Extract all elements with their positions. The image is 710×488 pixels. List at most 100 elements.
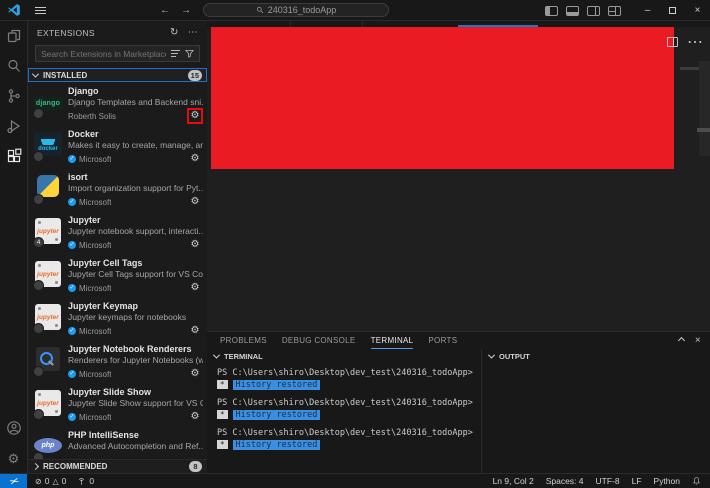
verified-publisher-icon: ✓ — [68, 241, 76, 249]
cursor-position[interactable]: Ln 9, Col 2 — [493, 476, 534, 486]
extension-icon: php — [28, 430, 68, 459]
extension-manage-button[interactable]: ⚙ — [187, 237, 203, 253]
extension-icon — [28, 172, 68, 211]
gear-icon: ⚙ — [190, 239, 200, 250]
extension-publisher: Microsoft — [79, 283, 112, 293]
extension-list-item[interactable]: jupyter Jupyter Cell Tags Jupyter Cell T… — [28, 254, 207, 297]
vscode-window: ← → 240316_todoApp – × ⚙ EXTENSIONS ↻ ⋯ … — [0, 0, 710, 488]
minimap-content — [680, 67, 699, 70]
verified-publisher-icon: ✓ — [68, 155, 76, 163]
extension-manage-button[interactable]: ⚙ — [187, 194, 203, 210]
extension-list-item[interactable]: Jupyter Notebook Renderers Renderers for… — [28, 340, 207, 383]
notifications-bell-icon[interactable] — [692, 476, 701, 486]
gear-icon: ⚙ — [190, 411, 200, 422]
refresh-icon[interactable]: ↻ — [170, 27, 179, 38]
extension-manage-button[interactable]: ⚙ — [187, 366, 203, 382]
run-debug-icon[interactable] — [0, 111, 28, 141]
error-icon: ⊘ — [35, 476, 42, 486]
panel-maximize-chevron-icon[interactable] — [677, 336, 685, 345]
toggle-secondary-sidebar-icon[interactable] — [587, 5, 600, 16]
extension-manage-button[interactable]: ⚙ — [187, 108, 203, 124]
extension-publisher: Microsoft — [79, 197, 112, 207]
extension-list-item[interactable]: jupyter 4 Jupyter Jupyter notebook suppo… — [28, 211, 207, 254]
terminal-output-group: PS C:\Users\shiro\Desktop\dev_test\24031… — [217, 428, 481, 451]
sort-lines-icon[interactable] — [171, 50, 180, 57]
extension-list-item[interactable]: isort Import organization support for Py… — [28, 168, 207, 211]
warning-icon: △ — [52, 476, 59, 486]
extension-manage-button[interactable]: ⚙ — [187, 409, 203, 425]
verified-publisher-icon: ✓ — [68, 327, 76, 335]
extension-list-item[interactable]: jupyter Jupyter Keymap Jupyter keymaps f… — [28, 297, 207, 340]
extensions-list: django Django Django Templates and Backe… — [28, 82, 207, 459]
history-restored-notice: History restored — [232, 380, 321, 390]
extension-list-item[interactable]: docker Docker Makes it easy to create, m… — [28, 125, 207, 168]
extensions-search-input[interactable] — [41, 48, 166, 59]
minimap-slider[interactable] — [697, 128, 710, 132]
maximize-button[interactable] — [660, 0, 685, 21]
extension-description: Django Templates and Backend sni... — [68, 97, 203, 107]
installed-section-label: INSTALLED — [43, 70, 88, 80]
remote-indicator[interactable]: >< — [0, 474, 27, 488]
red-annotation-overlay — [211, 27, 674, 169]
terminal-prompt-line: PS C:\Users\shiro\Desktop\dev_test\24031… — [217, 398, 473, 408]
panel-tab[interactable]: PORTS — [428, 332, 457, 349]
bottom-panel: × PROBLEMS DEBUG CONSOLE TERMINAL PORTS TER… — [207, 331, 710, 473]
minimize-button[interactable]: – — [635, 0, 660, 21]
extension-pack-count-badge — [33, 280, 44, 291]
terminal-output-group: PS C:\Users\shiro\Desktop\dev_test\24031… — [217, 368, 481, 391]
problems-status[interactable]: ⊘ 0 △ 0 — [35, 476, 66, 486]
warning-count: 0 — [61, 476, 67, 486]
editor-more-actions-icon[interactable]: ⋯ — [687, 32, 703, 52]
toggle-panel-icon[interactable] — [566, 5, 579, 16]
terminal-pane: TERMINAL PS C:\Users\shiro\Desktop\dev_t… — [207, 349, 481, 473]
command-center-text: 240316_todoApp — [267, 5, 337, 15]
output-section-label: OUTPUT — [499, 351, 530, 361]
editor-body[interactable]: ⋯ — [207, 27, 710, 331]
encoding[interactable]: UTF-8 — [596, 476, 620, 486]
extension-pack-count-badge — [33, 151, 44, 162]
eol-sequence[interactable]: LF — [632, 476, 642, 486]
output-content[interactable] — [482, 363, 710, 473]
editor-scrollbar[interactable] — [699, 61, 710, 156]
back-icon[interactable]: ← — [160, 5, 170, 16]
installed-section-header[interactable]: INSTALLED 15 — [28, 68, 207, 82]
extension-manage-button[interactable]: ⚙ — [187, 323, 203, 339]
gear-icon: ⚙ — [190, 196, 200, 207]
verified-publisher-icon: ✓ — [68, 198, 76, 206]
panel-close-icon[interactable]: × — [695, 335, 701, 346]
extension-list-item[interactable]: django Django Django Templates and Backe… — [28, 82, 207, 125]
extension-list-item[interactable]: jupyter Jupyter Slide Show Jupyter Slide… — [28, 383, 207, 426]
extension-pack-count-badge — [33, 194, 44, 205]
recommended-section-header[interactable]: RECOMMENDED 8 — [28, 459, 207, 473]
settings-gear-icon[interactable]: ⚙ — [0, 443, 28, 473]
panel-tab[interactable]: PROBLEMS — [220, 332, 267, 349]
forward-icon[interactable]: → — [181, 5, 191, 16]
extension-manage-button[interactable]: ⚙ — [187, 151, 203, 167]
language-mode[interactable]: Python — [654, 476, 680, 486]
customize-layout-icon[interactable] — [608, 5, 621, 16]
source-control-icon[interactable] — [0, 81, 28, 111]
extensions-view-icon[interactable] — [0, 141, 28, 171]
extension-list-item[interactable]: php PHP IntelliSense Advanced Autocomple… — [28, 426, 207, 459]
search-view-icon[interactable] — [0, 51, 28, 81]
extension-manage-button[interactable]: ⚙ — [187, 280, 203, 296]
filter-funnel-icon[interactable] — [185, 49, 194, 58]
menu-icon[interactable] — [33, 3, 47, 17]
split-editor-icon[interactable] — [667, 37, 678, 47]
ports-status[interactable]: 0 — [77, 476, 94, 486]
account-icon[interactable] — [0, 413, 28, 443]
explorer-icon[interactable] — [0, 21, 28, 51]
extensions-search-box[interactable] — [35, 45, 200, 62]
extension-pack-count-badge — [33, 323, 44, 334]
gear-icon: ⚙ — [190, 368, 200, 379]
close-button[interactable]: × — [685, 0, 710, 21]
gear-icon: ⚙ — [190, 153, 200, 164]
command-center-search[interactable]: 240316_todoApp — [203, 3, 389, 17]
verified-publisher-icon: ✓ — [68, 413, 76, 421]
more-actions-icon[interactable]: ⋯ — [188, 27, 198, 38]
terminal-content[interactable]: PS C:\Users\shiro\Desktop\dev_test\24031… — [207, 363, 481, 473]
panel-tab[interactable]: DEBUG CONSOLE — [282, 332, 356, 349]
toggle-sidebar-icon[interactable] — [545, 5, 558, 16]
panel-tab[interactable]: TERMINAL — [371, 332, 414, 349]
indentation[interactable]: Spaces: 4 — [546, 476, 584, 486]
